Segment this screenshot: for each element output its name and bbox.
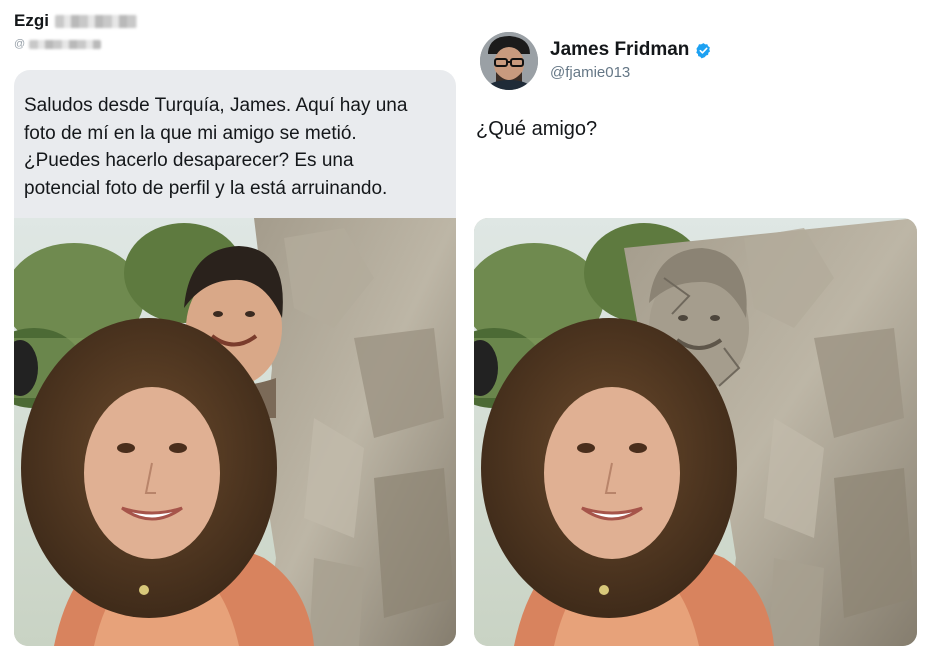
verified-badge-icon xyxy=(696,42,711,58)
left-tweet-photo[interactable] xyxy=(14,218,456,646)
left-name-row: Ezgi xyxy=(14,10,214,32)
left-tweet-text: Saludos desde Turquía, James. Aquí hay u… xyxy=(24,95,408,199)
right-tweet-text: ¿Qué amigo? xyxy=(476,118,598,140)
avatar-illustration xyxy=(480,32,538,90)
redacted-handle xyxy=(29,39,102,49)
redacted-surname xyxy=(54,14,137,28)
left-handle-at: @ xyxy=(14,38,26,50)
right-tweet-photo[interactable] xyxy=(474,218,917,646)
left-user-name[interactable]: Ezgi xyxy=(14,11,49,31)
left-tweet-bubble: Saludos desde Turquía, James. Aquí hay u… xyxy=(14,70,456,218)
james-fridman-avatar[interactable] xyxy=(480,32,538,90)
right-name-row: James Fridman xyxy=(550,38,712,62)
original-photo-illustration xyxy=(14,218,456,646)
right-user-handle[interactable]: @fjamie013 xyxy=(550,64,630,81)
right-user-name[interactable]: James Fridman xyxy=(550,39,689,61)
edited-photo-illustration xyxy=(474,218,917,646)
left-tweet-header: Ezgi @ xyxy=(14,10,214,50)
left-handle-row: @ xyxy=(14,38,214,50)
